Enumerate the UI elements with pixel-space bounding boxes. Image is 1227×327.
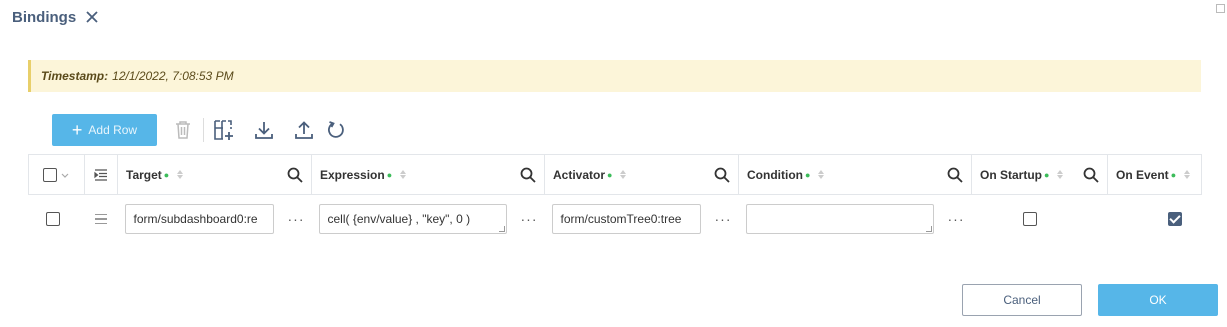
maximize-icon[interactable] <box>1216 4 1225 13</box>
plus-icon: + <box>71 120 83 140</box>
column-header-condition[interactable]: Condition ● <box>738 154 972 195</box>
select-all-checkbox[interactable] <box>43 167 57 182</box>
chevron-down-icon[interactable] <box>60 170 70 180</box>
dialog-title: Bindings <box>12 8 77 26</box>
drag-handle-icon[interactable] <box>85 195 118 243</box>
add-selection-icon[interactable] <box>212 118 236 142</box>
search-icon[interactable] <box>714 167 730 183</box>
column-label-on-startup: On Startup <box>980 167 1042 182</box>
expression-more-button[interactable]: ··· <box>521 211 538 227</box>
column-header-target[interactable]: Target ● <box>117 154 312 195</box>
search-icon[interactable] <box>1083 167 1099 183</box>
add-row-label: Add Row <box>88 123 138 137</box>
sort-icon[interactable] <box>400 170 407 179</box>
delete-icon[interactable] <box>171 118 195 142</box>
column-header-on-event[interactable]: On Event ● <box>1107 154 1202 195</box>
on-startup-checkbox[interactable] <box>1023 211 1037 226</box>
sort-icon[interactable] <box>620 170 627 179</box>
condition-more-button[interactable]: ··· <box>948 211 965 227</box>
sort-icon[interactable] <box>177 170 184 179</box>
row-drag-cell <box>85 195 118 243</box>
select-all-header <box>28 154 85 195</box>
search-icon[interactable] <box>947 167 963 183</box>
expression-input[interactable]: cell( {env/value} , "key", 0 ) <box>318 203 507 234</box>
toolbar: + Add Row <box>52 114 348 146</box>
column-header-activator[interactable]: Activator ● <box>544 154 739 195</box>
timestamp-value: 12/1/2022, 7:08:53 PM <box>112 69 234 83</box>
refresh-icon[interactable] <box>324 118 348 142</box>
sort-icon[interactable] <box>1057 170 1064 179</box>
activator-input[interactable]: form/customTree0:tree <box>551 203 701 234</box>
add-row-button[interactable]: + Add Row <box>52 114 157 146</box>
timestamp-banner: Timestamp: 12/1/2022, 7:08:53 PM <box>28 60 1201 92</box>
column-label-target: Target <box>126 167 162 182</box>
target-input[interactable]: form/subdashboard0:re <box>124 203 274 234</box>
ok-button[interactable]: OK <box>1098 284 1218 316</box>
download-icon[interactable] <box>252 118 276 142</box>
activator-cell: form/customTree0:tree ··· <box>545 195 739 243</box>
timestamp-label: Timestamp: <box>41 69 109 83</box>
column-label-on-event: On Event <box>1116 167 1169 182</box>
target-cell: form/subdashboard0:re ··· <box>118 195 312 243</box>
target-more-button[interactable]: ··· <box>288 211 305 227</box>
column-label-expression: Expression <box>320 167 385 182</box>
bindings-table: Target ● Expression ● Activator ● Condit… <box>28 154 1202 243</box>
toolbar-divider <box>203 118 204 142</box>
close-icon[interactable] <box>84 9 100 25</box>
expression-cell: cell( {env/value} , "key", 0 ) ··· <box>312 195 545 243</box>
row-checkbox[interactable] <box>46 211 60 226</box>
column-header-on-startup[interactable]: On Startup ● <box>971 154 1108 195</box>
condition-cell: ··· <box>739 195 972 243</box>
row-select-cell <box>29 195 85 243</box>
dialog-header: Bindings <box>12 6 100 28</box>
upload-icon[interactable] <box>292 118 316 142</box>
condition-input[interactable] <box>745 203 934 234</box>
activator-more-button[interactable]: ··· <box>715 211 732 227</box>
reorder-header <box>84 154 118 195</box>
search-icon[interactable] <box>287 167 303 183</box>
on-event-cell <box>1108 195 1202 243</box>
table-row: form/subdashboard0:re ··· cell( {env/val… <box>29 195 1202 243</box>
on-startup-cell <box>972 195 1108 243</box>
indent-icon[interactable] <box>94 168 108 181</box>
sort-icon[interactable] <box>818 170 825 179</box>
cancel-button[interactable]: Cancel <box>962 284 1082 316</box>
search-icon[interactable] <box>520 167 536 183</box>
sort-icon[interactable] <box>1184 170 1191 179</box>
on-event-checkbox[interactable] <box>1167 211 1182 226</box>
table-header-row: Target ● Expression ● Activator ● Condit… <box>28 154 1202 195</box>
column-label-activator: Activator <box>553 167 606 182</box>
column-label-condition: Condition <box>747 167 803 182</box>
column-header-expression[interactable]: Expression ● <box>311 154 545 195</box>
